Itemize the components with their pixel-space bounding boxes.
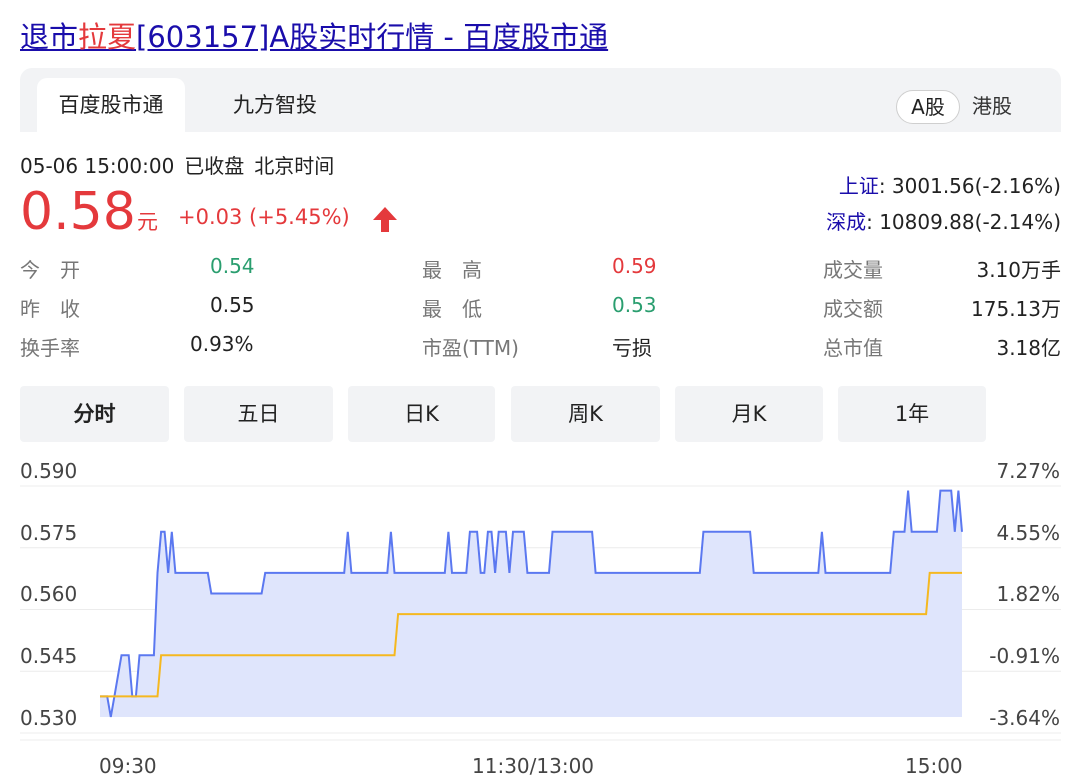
intraday-chart[interactable] bbox=[0, 0, 1080, 781]
price-area-fill bbox=[100, 490, 962, 717]
